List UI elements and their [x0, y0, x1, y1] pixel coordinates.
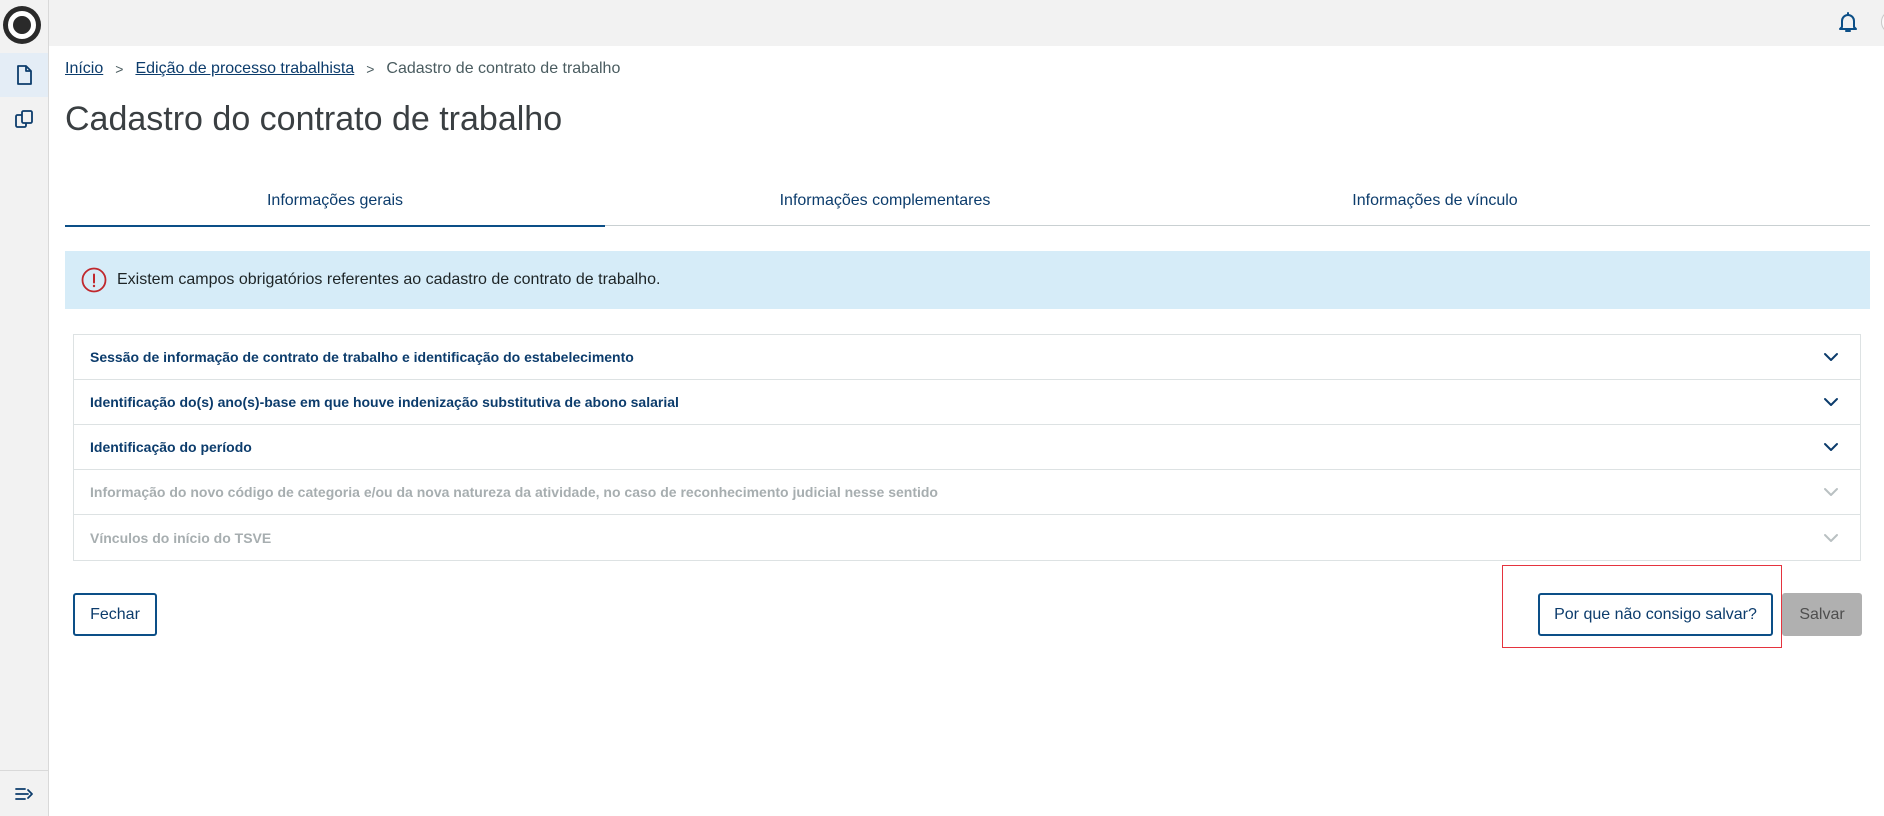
section-label: Informação do novo código de categoria e…: [90, 484, 938, 500]
bell-icon[interactable]: [1836, 10, 1860, 34]
required-fields-alert: Existem campos obrigatórios referentes a…: [65, 251, 1870, 309]
chevron-down-icon: [1824, 488, 1838, 496]
chevron-down-icon: [1824, 398, 1838, 406]
tab-informacoes-gerais[interactable]: Informações gerais: [65, 176, 605, 227]
section-contrato-estabelecimento[interactable]: Sessão de informação de contrato de trab…: [74, 335, 1860, 380]
close-button[interactable]: Fechar: [73, 593, 157, 636]
sections-accordion: Sessão de informação de contrato de trab…: [73, 334, 1861, 561]
breadcrumb-home-link[interactable]: Início: [65, 60, 103, 78]
copy-icon: [15, 110, 33, 128]
section-label: Identificação do(s) ano(s)-base em que h…: [90, 394, 679, 410]
top-bar: [49, 0, 1884, 46]
nav-documents-button[interactable]: [0, 53, 48, 97]
collapse-menu-icon: [15, 787, 33, 800]
why-cannot-save-button[interactable]: Por que não consigo salvar?: [1538, 593, 1773, 636]
nav-copy-button[interactable]: [0, 97, 48, 141]
info-icon: [81, 267, 107, 293]
document-icon: [17, 65, 32, 85]
sidebar: [0, 0, 49, 816]
section-identificacao-periodo[interactable]: Identificação do período: [74, 425, 1860, 470]
brand-logo-icon: [3, 6, 41, 44]
chevron-down-icon: [1824, 533, 1838, 542]
breadcrumb-separator: >: [115, 61, 124, 77]
save-button[interactable]: Salvar: [1782, 593, 1862, 636]
section-label: Vínculos do início do TSVE: [90, 529, 272, 546]
tab-informacoes-complementares[interactable]: Informações complementares: [605, 176, 1165, 226]
section-label: Identificação do período: [90, 439, 252, 455]
breadcrumb: Início > Edição de processo trabalhista …: [65, 56, 620, 82]
section-novo-codigo-categoria: Informação do novo código de categoria e…: [74, 470, 1860, 515]
section-label: Sessão de informação de contrato de trab…: [90, 349, 634, 365]
page-title: Cadastro do contrato de trabalho: [65, 100, 563, 138]
breadcrumb-current: Cadastro de contrato de trabalho: [386, 60, 621, 77]
tab-bar: Informações gerais Informações complemen…: [65, 176, 1870, 227]
collapse-menu-button[interactable]: [0, 770, 48, 816]
chevron-down-icon: [1824, 353, 1838, 361]
alert-text: Existem campos obrigatórios referentes a…: [117, 271, 661, 288]
breadcrumb-parent-link[interactable]: Edição de processo trabalhista: [135, 60, 354, 78]
chevron-down-icon: [1824, 443, 1838, 451]
section-anos-base-abono[interactable]: Identificação do(s) ano(s)-base em que h…: [74, 380, 1860, 425]
tab-informacoes-de-vinculo[interactable]: Informações de vínculo: [1165, 176, 1705, 226]
section-vinculos-tsve: Vínculos do início do TSVE: [74, 515, 1860, 560]
breadcrumb-separator: >: [366, 61, 375, 77]
